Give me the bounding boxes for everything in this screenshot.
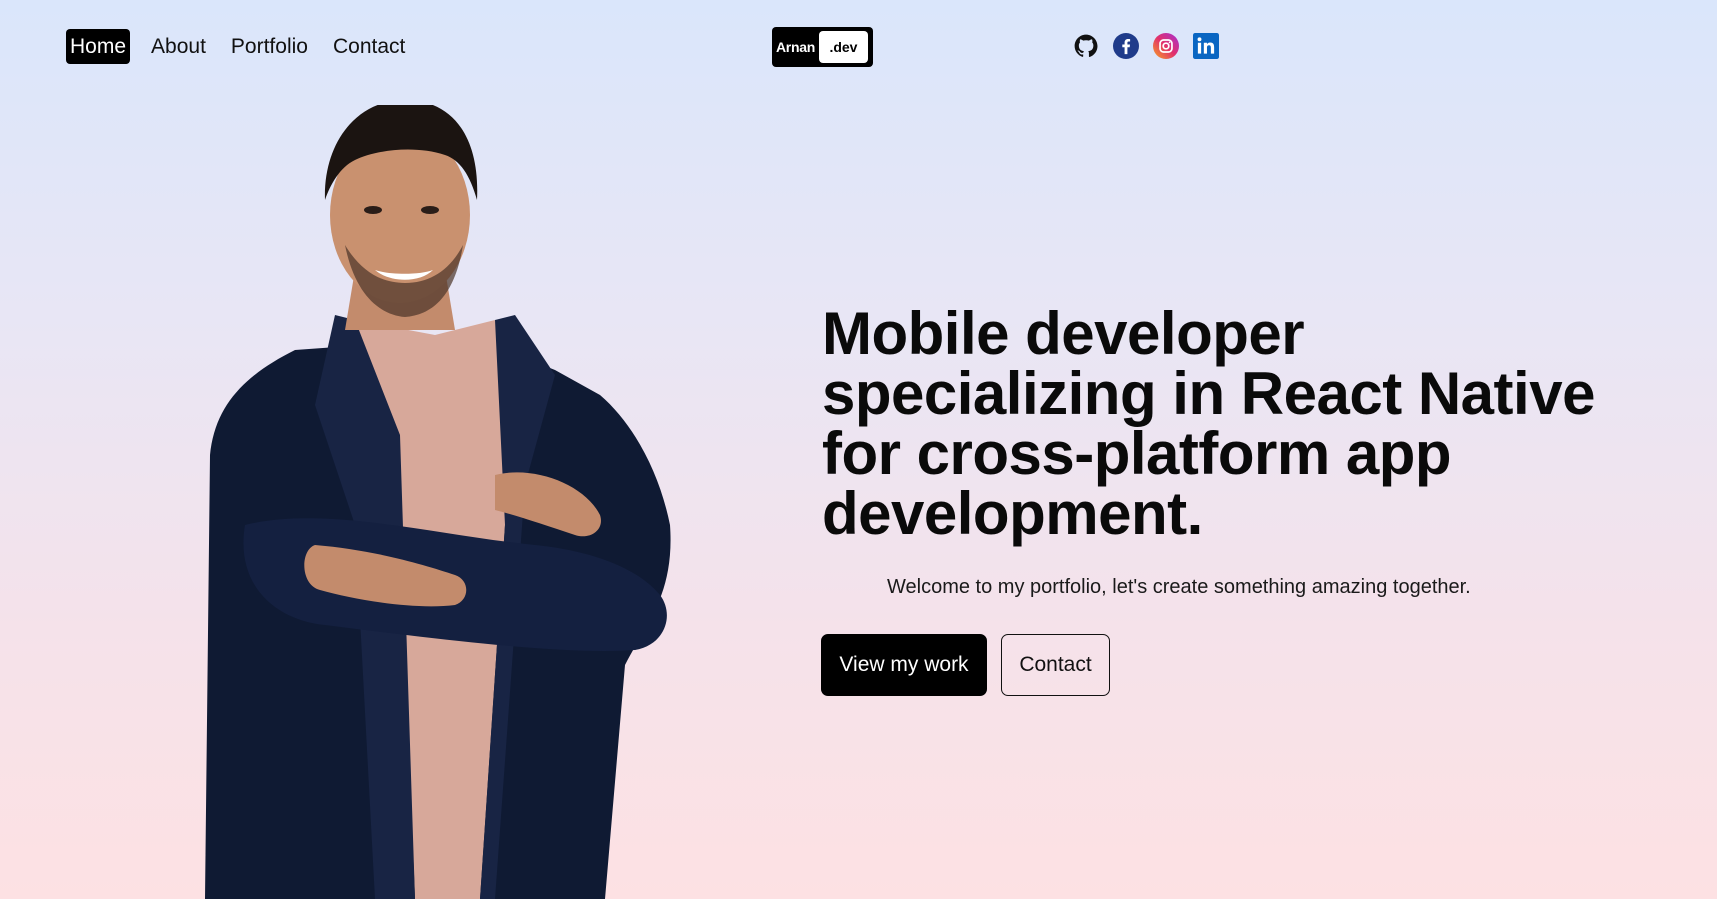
instagram-icon[interactable] <box>1153 33 1179 59</box>
profile-photo <box>205 105 671 899</box>
nav-item-home[interactable]: Home <box>66 29 131 64</box>
contact-button[interactable]: Contact <box>1001 634 1110 696</box>
nav-item-contact[interactable]: Contact <box>329 29 409 64</box>
github-icon[interactable] <box>1073 33 1099 59</box>
site-logo[interactable]: Arnan .dev <box>772 27 873 67</box>
logo-name: Arnan <box>776 39 815 55</box>
main-nav: Home About Portfolio Contact <box>66 29 426 64</box>
social-links <box>1073 33 1219 59</box>
hero-subtitle: Welcome to my portfolio, let's create so… <box>887 576 1471 598</box>
view-my-work-button[interactable]: View my work <box>821 634 987 696</box>
logo-suffix: .dev <box>818 31 868 63</box>
facebook-icon[interactable] <box>1113 33 1139 59</box>
nav-item-portfolio[interactable]: Portfolio <box>227 29 312 64</box>
hero-headline: Mobile developer specializing in React N… <box>822 300 1595 547</box>
nav-item-about[interactable]: About <box>147 29 210 64</box>
linkedin-icon[interactable] <box>1193 33 1219 59</box>
